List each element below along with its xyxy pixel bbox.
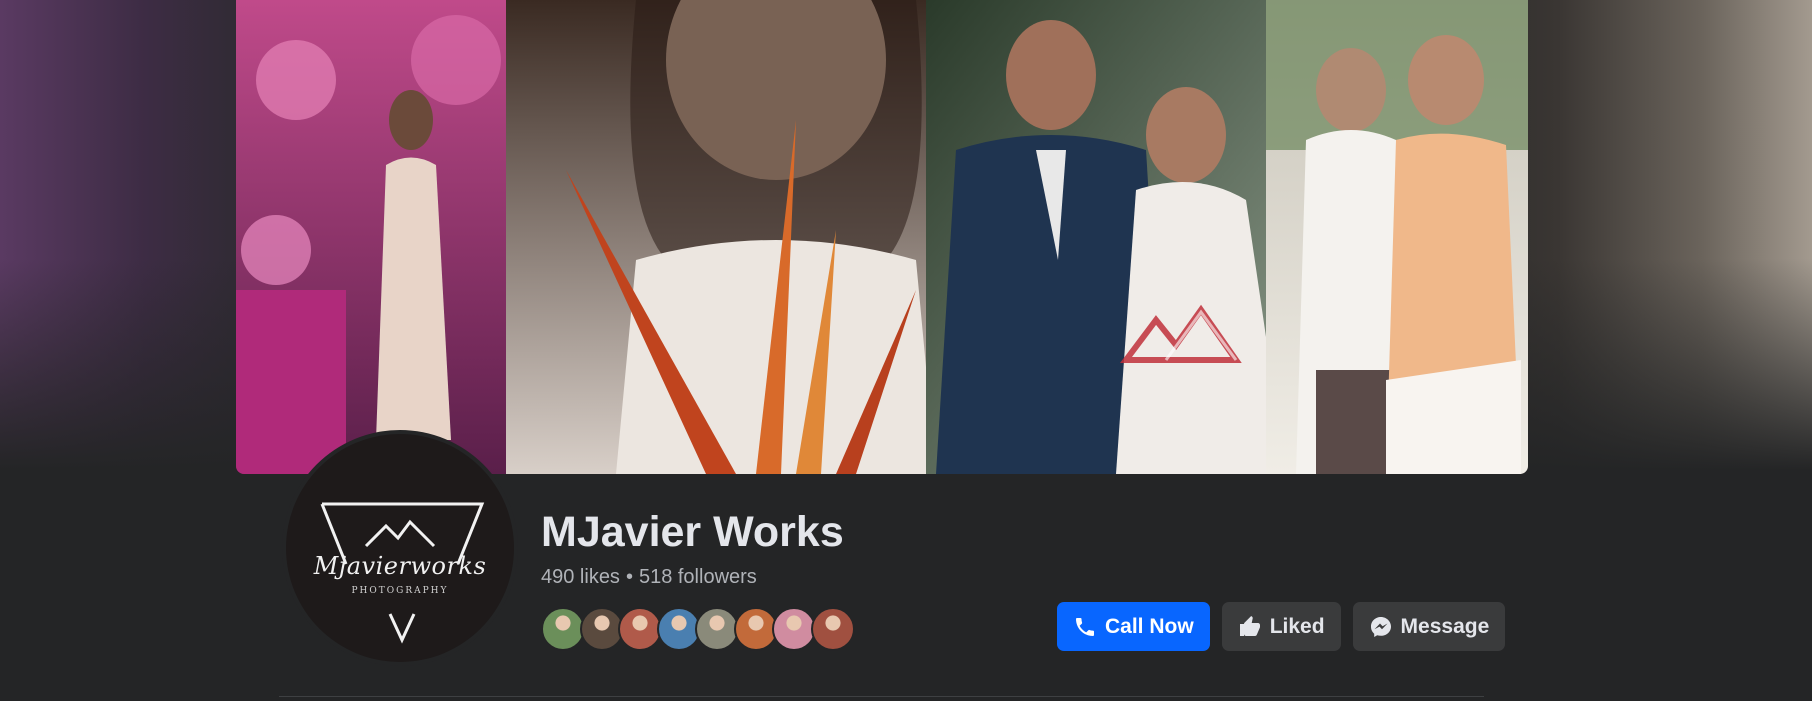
liked-by-avatar[interactable] [772, 607, 816, 651]
liked-button[interactable]: Liked [1221, 602, 1341, 651]
page-stats: 490 likes • 518 followers [541, 566, 757, 589]
stats-separator: • [625, 566, 633, 588]
likes-count[interactable]: 490 likes [541, 566, 620, 588]
liked-by-avatar[interactable] [541, 607, 585, 651]
message-label: Message [1400, 614, 1490, 638]
logo-sub-text: PHOTOGRAPHY [351, 586, 449, 596]
logo-script-text: Mjavierworks [313, 552, 487, 580]
cover-collage [236, 0, 1528, 474]
liked-by-avatar[interactable] [695, 607, 739, 651]
call-now-button[interactable]: Call Now [1057, 602, 1210, 651]
page-title[interactable]: MJavier Works [541, 508, 844, 557]
liked-by-avatar[interactable] [810, 607, 855, 651]
message-button[interactable]: Message [1352, 602, 1506, 651]
messenger-icon [1370, 616, 1391, 637]
header-divider [279, 696, 1484, 697]
followers-count[interactable]: 518 followers [639, 566, 757, 588]
thumbs-up-icon [1239, 615, 1260, 636]
logo-triangle-mountain-icon [320, 502, 485, 644]
liked-by-avatar[interactable] [579, 607, 624, 651]
photography-watermark-logo [1120, 304, 1242, 363]
profile-picture[interactable]: Mjavierworks PHOTOGRAPHY [282, 430, 518, 666]
liked-by-avatar[interactable] [656, 607, 701, 651]
profile-logo: Mjavierworks PHOTOGRAPHY [286, 434, 514, 662]
cover-photo[interactable] [236, 0, 1528, 474]
liked-label: Liked [1269, 614, 1325, 638]
liked-by-avatar[interactable] [618, 607, 662, 651]
page-actions: Call Now Liked Message [1057, 602, 1506, 651]
liked-by-avatar[interactable] [733, 607, 778, 651]
phone-icon [1076, 617, 1094, 636]
call-now-label: Call Now [1105, 614, 1194, 638]
